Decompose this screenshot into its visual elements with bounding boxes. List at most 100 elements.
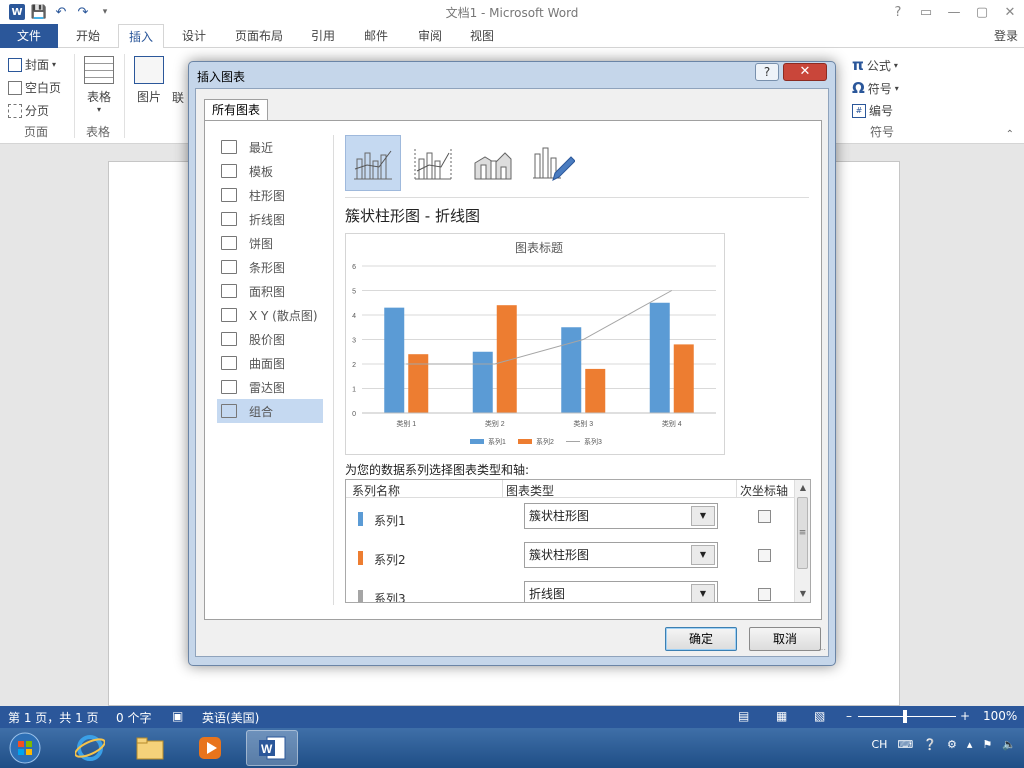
tab-review[interactable]: 审阅 [408,24,452,48]
ribbon-separator [124,54,125,138]
print-layout-icon[interactable]: ▦ [776,709,787,723]
tab-insert[interactable]: 插入 [118,24,164,49]
tab-design[interactable]: 设计 [172,24,216,48]
subtype-clustered-column-line[interactable] [345,135,401,191]
subtype-column-line-secondary-axis[interactable] [405,135,461,191]
zoom-slider-thumb[interactable] [903,710,907,723]
subtype-custom-combination[interactable] [525,135,581,191]
series-row: 系列3 折线图 ▼ [346,578,794,603]
combo-chart-icon [221,404,237,418]
secondary-axis-checkbox[interactable] [758,549,771,562]
tab-references[interactable]: 引用 [302,24,344,48]
dialog-close-button[interactable]: ✕ [783,63,827,81]
keyboard-icon[interactable]: ⌨ [897,738,913,751]
page-break-button[interactable]: 分页 [8,102,49,119]
subtype-stacked-area-column[interactable] [465,135,521,191]
chart-category-item[interactable]: 组合 [217,399,323,423]
tab-file[interactable]: 文件 [0,24,58,48]
help-button[interactable]: ? [884,0,912,24]
x-tick-label: 类别 3 [573,419,593,428]
tab-view[interactable]: 视图 [460,24,504,48]
zoom-level[interactable]: 100% [983,709,1017,723]
picture-button[interactable]: 图片 [134,56,164,105]
help-tray-icon[interactable]: ❔ [923,738,937,751]
series-name: 系列3 [374,592,406,603]
series-table-scrollbar[interactable]: ▲ ≡ ▼ [794,480,810,602]
zoom-slider[interactable] [858,716,956,717]
scroll-down-arrow[interactable]: ▼ [795,586,810,602]
chart-category-item[interactable]: 最近 [217,135,323,159]
chart-category-label: X Y (散点图) [249,308,318,323]
explorer-taskbar-button[interactable] [124,730,176,766]
tab-home[interactable]: 开始 [66,24,110,48]
blank-page-button[interactable]: 空白页 [8,79,61,96]
scroll-thumb[interactable]: ≡ [797,497,808,569]
insert-chart-dialog: 插入图表 ? ✕ 所有图表 最近 模板 柱形图 折线图 饼图 条形图 面积图 X Y (散点图… [188,61,836,666]
collapse-ribbon-icon[interactable]: ⌃ [1006,129,1014,140]
chart-category-item[interactable]: 股价图 [217,327,323,351]
secondary-axis-checkbox[interactable] [758,588,771,601]
area-column-icon [474,152,512,180]
chart-category-item[interactable]: 折线图 [217,207,323,231]
maximize-button[interactable]: ▢ [968,0,996,24]
show-hidden-icon[interactable]: ▴ [967,738,973,751]
chart-category-item[interactable]: 模板 [217,159,323,183]
number-button[interactable]: # 编号 [852,102,893,119]
close-button[interactable]: ✕ [996,0,1024,24]
dropdown-arrow-icon[interactable]: ▼ [691,506,715,526]
secondary-axis-checkbox[interactable] [758,510,771,523]
cancel-button[interactable]: 取消 [749,627,821,651]
dropdown-arrow-icon[interactable]: ▼ [691,545,715,565]
start-button[interactable] [0,730,50,766]
table-group-label: 表格 [86,125,111,139]
word-taskbar-button[interactable]: W [246,730,298,766]
proofing-icon[interactable]: ▣ [172,709,183,723]
page-count[interactable]: 第 1 页，共 1 页 [8,709,99,726]
chart-category-label: 最近 [249,140,274,155]
ribbon-display-button[interactable]: ▭ [912,0,940,24]
tab-page-layout[interactable]: 页面布局 [224,24,294,48]
pages-group-label: 页面 [24,125,49,139]
media-player-taskbar-button[interactable] [184,730,236,766]
chart-category-item[interactable]: 条形图 [217,255,323,279]
chart-type-dropdown[interactable]: 折线图 ▼ [524,581,718,602]
chart-type-dropdown[interactable]: 簇状柱形图 ▼ [524,542,718,568]
chart-category-item[interactable]: X Y (散点图) [217,303,323,327]
tab-all-charts[interactable]: 所有图表 [204,99,268,121]
chart-type-dropdown[interactable]: 簇状柱形图 ▼ [524,503,718,529]
settings-tray-icon[interactable]: ⚙ [947,738,957,751]
line-chart-icon [221,212,237,226]
chart-category-label: 面积图 [249,284,286,299]
tab-mailings[interactable]: 邮件 [354,24,398,48]
resize-grip-icon[interactable]: ⋯ [818,645,826,654]
read-mode-icon[interactable]: ▤ [738,709,749,723]
cover-page-button[interactable]: 封面 ▾ [8,56,56,73]
chart-category-item[interactable]: 柱形图 [217,183,323,207]
chart-category-item[interactable]: 饼图 [217,231,323,255]
minimize-button[interactable]: — [940,0,968,24]
ok-button[interactable]: 确定 [665,627,737,651]
symbol-button[interactable]: Ω 符号 ▾ [852,79,899,97]
scroll-up-arrow[interactable]: ▲ [795,480,810,496]
language-indicator[interactable]: 英语(美国) [202,709,259,726]
dialog-help-button[interactable]: ? [755,63,779,81]
equation-button[interactable]: π 公式 ▾ [852,56,898,74]
flag-icon[interactable]: ⚑ [982,738,992,751]
chart-category-item[interactable]: 面积图 [217,279,323,303]
ime-indicator[interactable]: CH [871,738,887,751]
ie-taskbar-button[interactable] [64,730,116,766]
series-instruction-label: 为您的数据系列选择图表类型和轴: [345,463,530,477]
volume-icon[interactable]: 🔈 [1002,738,1016,751]
word-count[interactable]: 0 个字 [116,709,151,726]
dialog-body: 所有图表 最近模板 柱形图 折线图 饼图 条形图面积图 X Y (散点图) 股价图 曲面图 雷达… [195,88,829,657]
chart-category-item[interactable]: 雷达图 [217,375,323,399]
web-layout-icon[interactable]: ▧ [814,709,825,723]
header-secondary-axis: 次坐标轴 [740,484,789,498]
online-picture-button[interactable]: 联 [172,56,184,106]
zoom-in-button[interactable]: + [960,709,970,723]
dropdown-arrow-icon[interactable]: ▼ [691,584,715,602]
zoom-out-button[interactable]: – [846,709,852,723]
chart-category-item[interactable]: 曲面图 [217,351,323,375]
sign-in-link[interactable]: 登录 [994,24,1018,48]
table-button[interactable]: 表格 ▾ [84,56,114,114]
